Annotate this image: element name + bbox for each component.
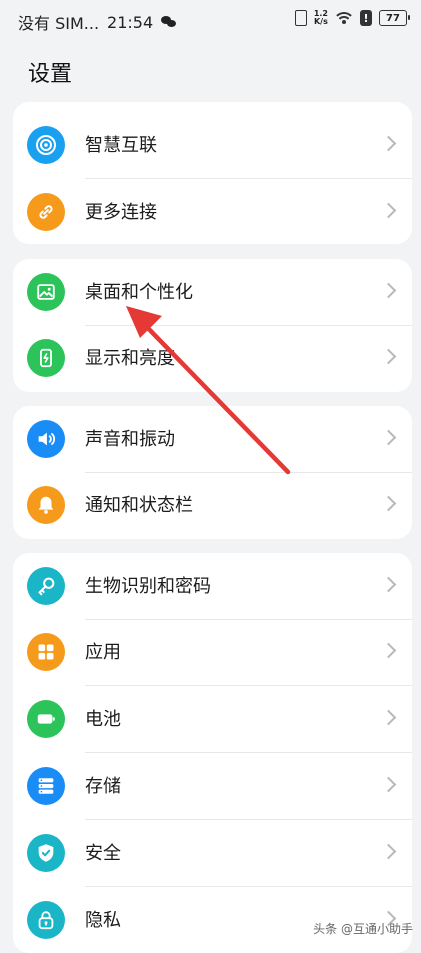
battery-indicator: 77 xyxy=(379,10,410,26)
alert-icon: ! xyxy=(360,10,372,26)
settings-item-smart-connect[interactable]: 智慧互联 xyxy=(13,112,412,179)
battery-icon xyxy=(27,700,65,738)
settings-group-system: 生物识别和密码 应用 电池 存储 安全 隐私 xyxy=(13,553,412,953)
status-left: 没有 SIM... 21:54 xyxy=(18,10,177,34)
chevron-right-icon xyxy=(380,776,397,793)
link-icon xyxy=(27,193,65,231)
settings-item-label: 智慧互联 xyxy=(85,135,157,156)
settings-group-connectivity: 智慧互联 更多连接 xyxy=(13,102,412,244)
smart-connect-icon xyxy=(27,126,65,164)
display-icon xyxy=(27,339,65,377)
settings-item-apps[interactable]: 应用 xyxy=(13,619,412,686)
storage-icon xyxy=(27,767,65,805)
privacy-lock-icon xyxy=(27,901,65,939)
status-right: 1.2 K/s ! 77 xyxy=(294,10,410,26)
bell-icon xyxy=(27,486,65,524)
settings-item-notification-statusbar[interactable]: 通知和状态栏 xyxy=(13,472,412,539)
battery-level: 77 xyxy=(386,12,400,24)
network-speed-unit: K/s xyxy=(313,17,328,26)
apps-icon xyxy=(27,633,65,671)
chevron-right-icon xyxy=(380,642,397,659)
watermark: 头条 @互通小助手 xyxy=(313,922,413,936)
settings-item-security[interactable]: 安全 xyxy=(13,820,412,887)
settings-item-label: 桌面和个性化 xyxy=(85,282,193,303)
carrier-text: 没有 SIM... xyxy=(18,14,100,33)
key-icon xyxy=(27,567,65,605)
chevron-right-icon xyxy=(380,709,397,726)
chevron-right-icon xyxy=(380,282,397,299)
settings-item-sound-vibration[interactable]: 声音和振动 xyxy=(13,406,412,473)
chevron-right-icon xyxy=(380,202,397,219)
status-bar: 没有 SIM... 21:54 1.2 K/s ! 77 xyxy=(0,0,421,40)
chat-notification-icon xyxy=(161,16,177,28)
page-title: 设置 xyxy=(28,62,73,87)
vibrate-icon xyxy=(294,10,307,26)
network-speed: 1.2 K/s xyxy=(314,10,328,26)
wifi-icon xyxy=(335,11,353,25)
settings-item-biometrics-password[interactable]: 生物识别和密码 xyxy=(13,553,412,620)
chevron-right-icon xyxy=(380,348,397,365)
chevron-right-icon xyxy=(380,429,397,446)
chevron-right-icon xyxy=(380,576,397,593)
settings-item-label: 电池 xyxy=(85,709,121,730)
settings-item-label: 隐私 xyxy=(85,910,121,931)
settings-group-sound-notification: 声音和振动 通知和状态栏 xyxy=(13,406,412,539)
settings-item-label: 通知和状态栏 xyxy=(85,495,193,516)
settings-item-label: 声音和振动 xyxy=(85,429,175,450)
shield-icon xyxy=(27,834,65,872)
settings-item-battery[interactable]: 电池 xyxy=(13,686,412,753)
settings-item-label: 生物识别和密码 xyxy=(85,576,211,597)
settings-item-label: 显示和亮度 xyxy=(85,348,175,369)
settings-item-label: 存储 xyxy=(85,776,121,797)
settings-item-desktop-personalization[interactable]: 桌面和个性化 xyxy=(13,259,412,326)
settings-group-display: 桌面和个性化 显示和亮度 xyxy=(13,259,412,392)
settings-item-label: 更多连接 xyxy=(85,202,157,223)
image-icon xyxy=(27,273,65,311)
chevron-right-icon xyxy=(380,135,397,152)
clock: 21:54 xyxy=(107,12,154,32)
settings-item-label: 应用 xyxy=(85,642,121,663)
settings-item-label: 安全 xyxy=(85,843,121,864)
volume-icon xyxy=(27,420,65,458)
chevron-right-icon xyxy=(380,843,397,860)
settings-item-more-connections[interactable]: 更多连接 xyxy=(13,179,412,244)
settings-item-storage[interactable]: 存储 xyxy=(13,753,412,820)
chevron-right-icon xyxy=(380,495,397,512)
settings-item-display-brightness[interactable]: 显示和亮度 xyxy=(13,325,412,392)
